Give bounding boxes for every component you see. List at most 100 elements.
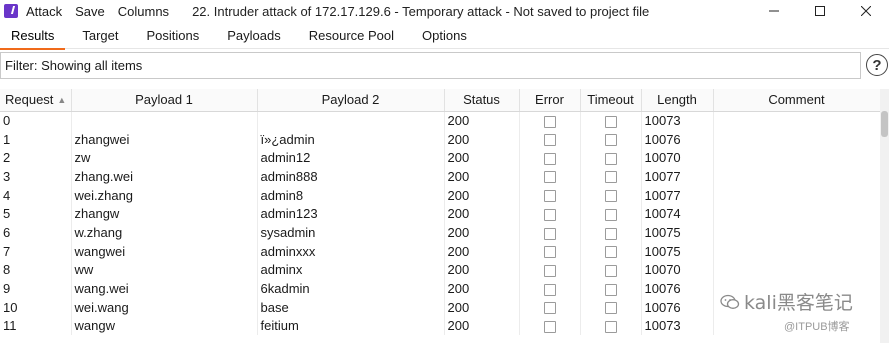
payload2-cell <box>257 111 445 130</box>
timeout-checkbox[interactable] <box>604 264 617 277</box>
request-cell: 5 <box>0 204 72 224</box>
table-row[interactable]: 2 zw admin12 200 10070 <box>0 148 880 168</box>
menu-columns[interactable]: Columns <box>118 4 169 19</box>
maximize-button[interactable] <box>797 0 843 22</box>
table-header-row: Request ▲ Payload 1 Payload 2 Status Erro… <box>0 89 880 112</box>
timeout-checkbox[interactable] <box>604 283 617 296</box>
timeout-checkbox[interactable] <box>604 227 617 240</box>
column-header-comment[interactable]: Comment <box>713 89 880 112</box>
table-row[interactable]: 0 200 10073 <box>0 111 880 130</box>
timeout-checkbox[interactable] <box>604 190 617 203</box>
payload2-cell: base <box>257 297 445 317</box>
payload1-cell: ww <box>71 260 258 280</box>
comment-cell <box>713 185 880 205</box>
comment-cell <box>713 204 880 224</box>
timeout-checkbox[interactable] <box>604 171 617 184</box>
table-row[interactable]: 1 zhangwei ï»¿admin 200 10076 <box>0 129 880 149</box>
payload1-cell: wangwei <box>71 241 258 261</box>
error-cell <box>519 241 581 261</box>
maximize-icon <box>815 6 825 16</box>
tab-positions[interactable]: Positions <box>136 25 211 49</box>
menu-attack[interactable]: Attack <box>26 4 62 19</box>
timeout-checkbox[interactable] <box>604 246 617 259</box>
error-cell <box>519 316 581 336</box>
payload2-cell: feitium <box>257 316 445 336</box>
comment-cell <box>713 241 880 261</box>
status-cell: 200 <box>444 129 520 149</box>
timeout-checkbox[interactable] <box>604 302 617 315</box>
error-checkbox[interactable] <box>543 171 556 184</box>
error-checkbox[interactable] <box>543 246 556 259</box>
status-cell: 200 <box>444 148 520 168</box>
request-cell: 11 <box>0 316 72 336</box>
error-checkbox[interactable] <box>543 152 556 165</box>
table-row[interactable]: 5 zhangw admin123 200 10074 <box>0 204 880 224</box>
tab-payloads[interactable]: Payloads <box>216 25 291 49</box>
column-header-length[interactable]: Length <box>641 89 714 112</box>
payload2-cell: ï»¿admin <box>257 129 445 149</box>
error-checkbox[interactable] <box>543 264 556 277</box>
sort-ascending-icon: ▲ <box>57 95 67 106</box>
table-row[interactable]: 3 zhang.wei admin888 200 10077 <box>0 167 880 186</box>
tab-resource-pool[interactable]: Resource Pool <box>298 25 405 49</box>
timeout-checkbox[interactable] <box>604 134 617 147</box>
column-header-request[interactable]: Request ▲ <box>0 89 72 112</box>
tab-target[interactable]: Target <box>71 25 129 49</box>
timeout-checkbox[interactable] <box>604 320 617 333</box>
timeout-checkbox[interactable] <box>604 152 617 165</box>
status-cell: 200 <box>444 223 520 242</box>
table-row[interactable]: 6 w.zhang sysadmin 200 10075 <box>0 223 880 242</box>
request-cell: 8 <box>0 260 72 280</box>
error-checkbox[interactable] <box>543 320 556 333</box>
tab-options[interactable]: Options <box>411 25 478 49</box>
column-header-error[interactable]: Error <box>519 89 581 112</box>
timeout-cell <box>580 260 642 280</box>
timeout-checkbox[interactable] <box>604 115 617 128</box>
timeout-cell <box>580 297 642 317</box>
length-cell: 10070 <box>641 260 714 280</box>
error-cell <box>519 223 581 242</box>
error-checkbox[interactable] <box>543 134 556 147</box>
close-button[interactable] <box>843 0 889 22</box>
status-cell: 200 <box>444 111 520 130</box>
request-cell: 2 <box>0 148 72 168</box>
status-cell: 200 <box>444 204 520 224</box>
tab-results[interactable]: Results <box>0 25 66 50</box>
comment-cell <box>713 148 880 168</box>
payload2-cell: admin123 <box>257 204 445 224</box>
error-checkbox[interactable] <box>543 190 556 203</box>
request-cell: 3 <box>0 167 72 186</box>
timeout-checkbox[interactable] <box>604 208 617 221</box>
filter-bar[interactable]: Filter: Showing all items <box>0 52 861 79</box>
request-cell: 6 <box>0 223 72 242</box>
error-checkbox[interactable] <box>543 283 556 296</box>
payload1-cell: zhang.wei <box>71 167 258 186</box>
error-checkbox[interactable] <box>543 302 556 315</box>
error-cell <box>519 279 581 298</box>
payload2-cell: adminx <box>257 260 445 280</box>
error-cell <box>519 260 581 280</box>
status-cell: 200 <box>444 241 520 261</box>
payload1-cell: wei.wang <box>71 297 258 317</box>
help-icon[interactable]: ? <box>866 54 888 76</box>
scrollbar-thumb[interactable] <box>881 111 888 137</box>
watermark-source: @ITPUB博客 <box>784 321 850 333</box>
error-checkbox[interactable] <box>543 115 556 128</box>
column-header-status[interactable]: Status <box>444 89 520 112</box>
table-row[interactable]: 8 ww adminx 200 10070 <box>0 260 880 280</box>
burp-app-icon <box>4 4 18 18</box>
payload1-cell: zhangw <box>71 204 258 224</box>
table-row[interactable]: 4 wei.zhang admin8 200 10077 <box>0 185 880 205</box>
error-checkbox[interactable] <box>543 227 556 240</box>
column-header-payload2[interactable]: Payload 2 <box>257 89 445 112</box>
length-cell: 10077 <box>641 167 714 186</box>
column-header-payload1[interactable]: Payload 1 <box>71 89 258 112</box>
status-cell: 200 <box>444 185 520 205</box>
timeout-cell <box>580 111 642 130</box>
error-checkbox[interactable] <box>543 208 556 221</box>
minimize-button[interactable] <box>751 0 797 22</box>
table-row[interactable]: 7 wangwei adminxxx 200 10075 <box>0 241 880 261</box>
timeout-cell <box>580 167 642 186</box>
menu-save[interactable]: Save <box>75 4 105 19</box>
column-header-timeout[interactable]: Timeout <box>580 89 642 112</box>
